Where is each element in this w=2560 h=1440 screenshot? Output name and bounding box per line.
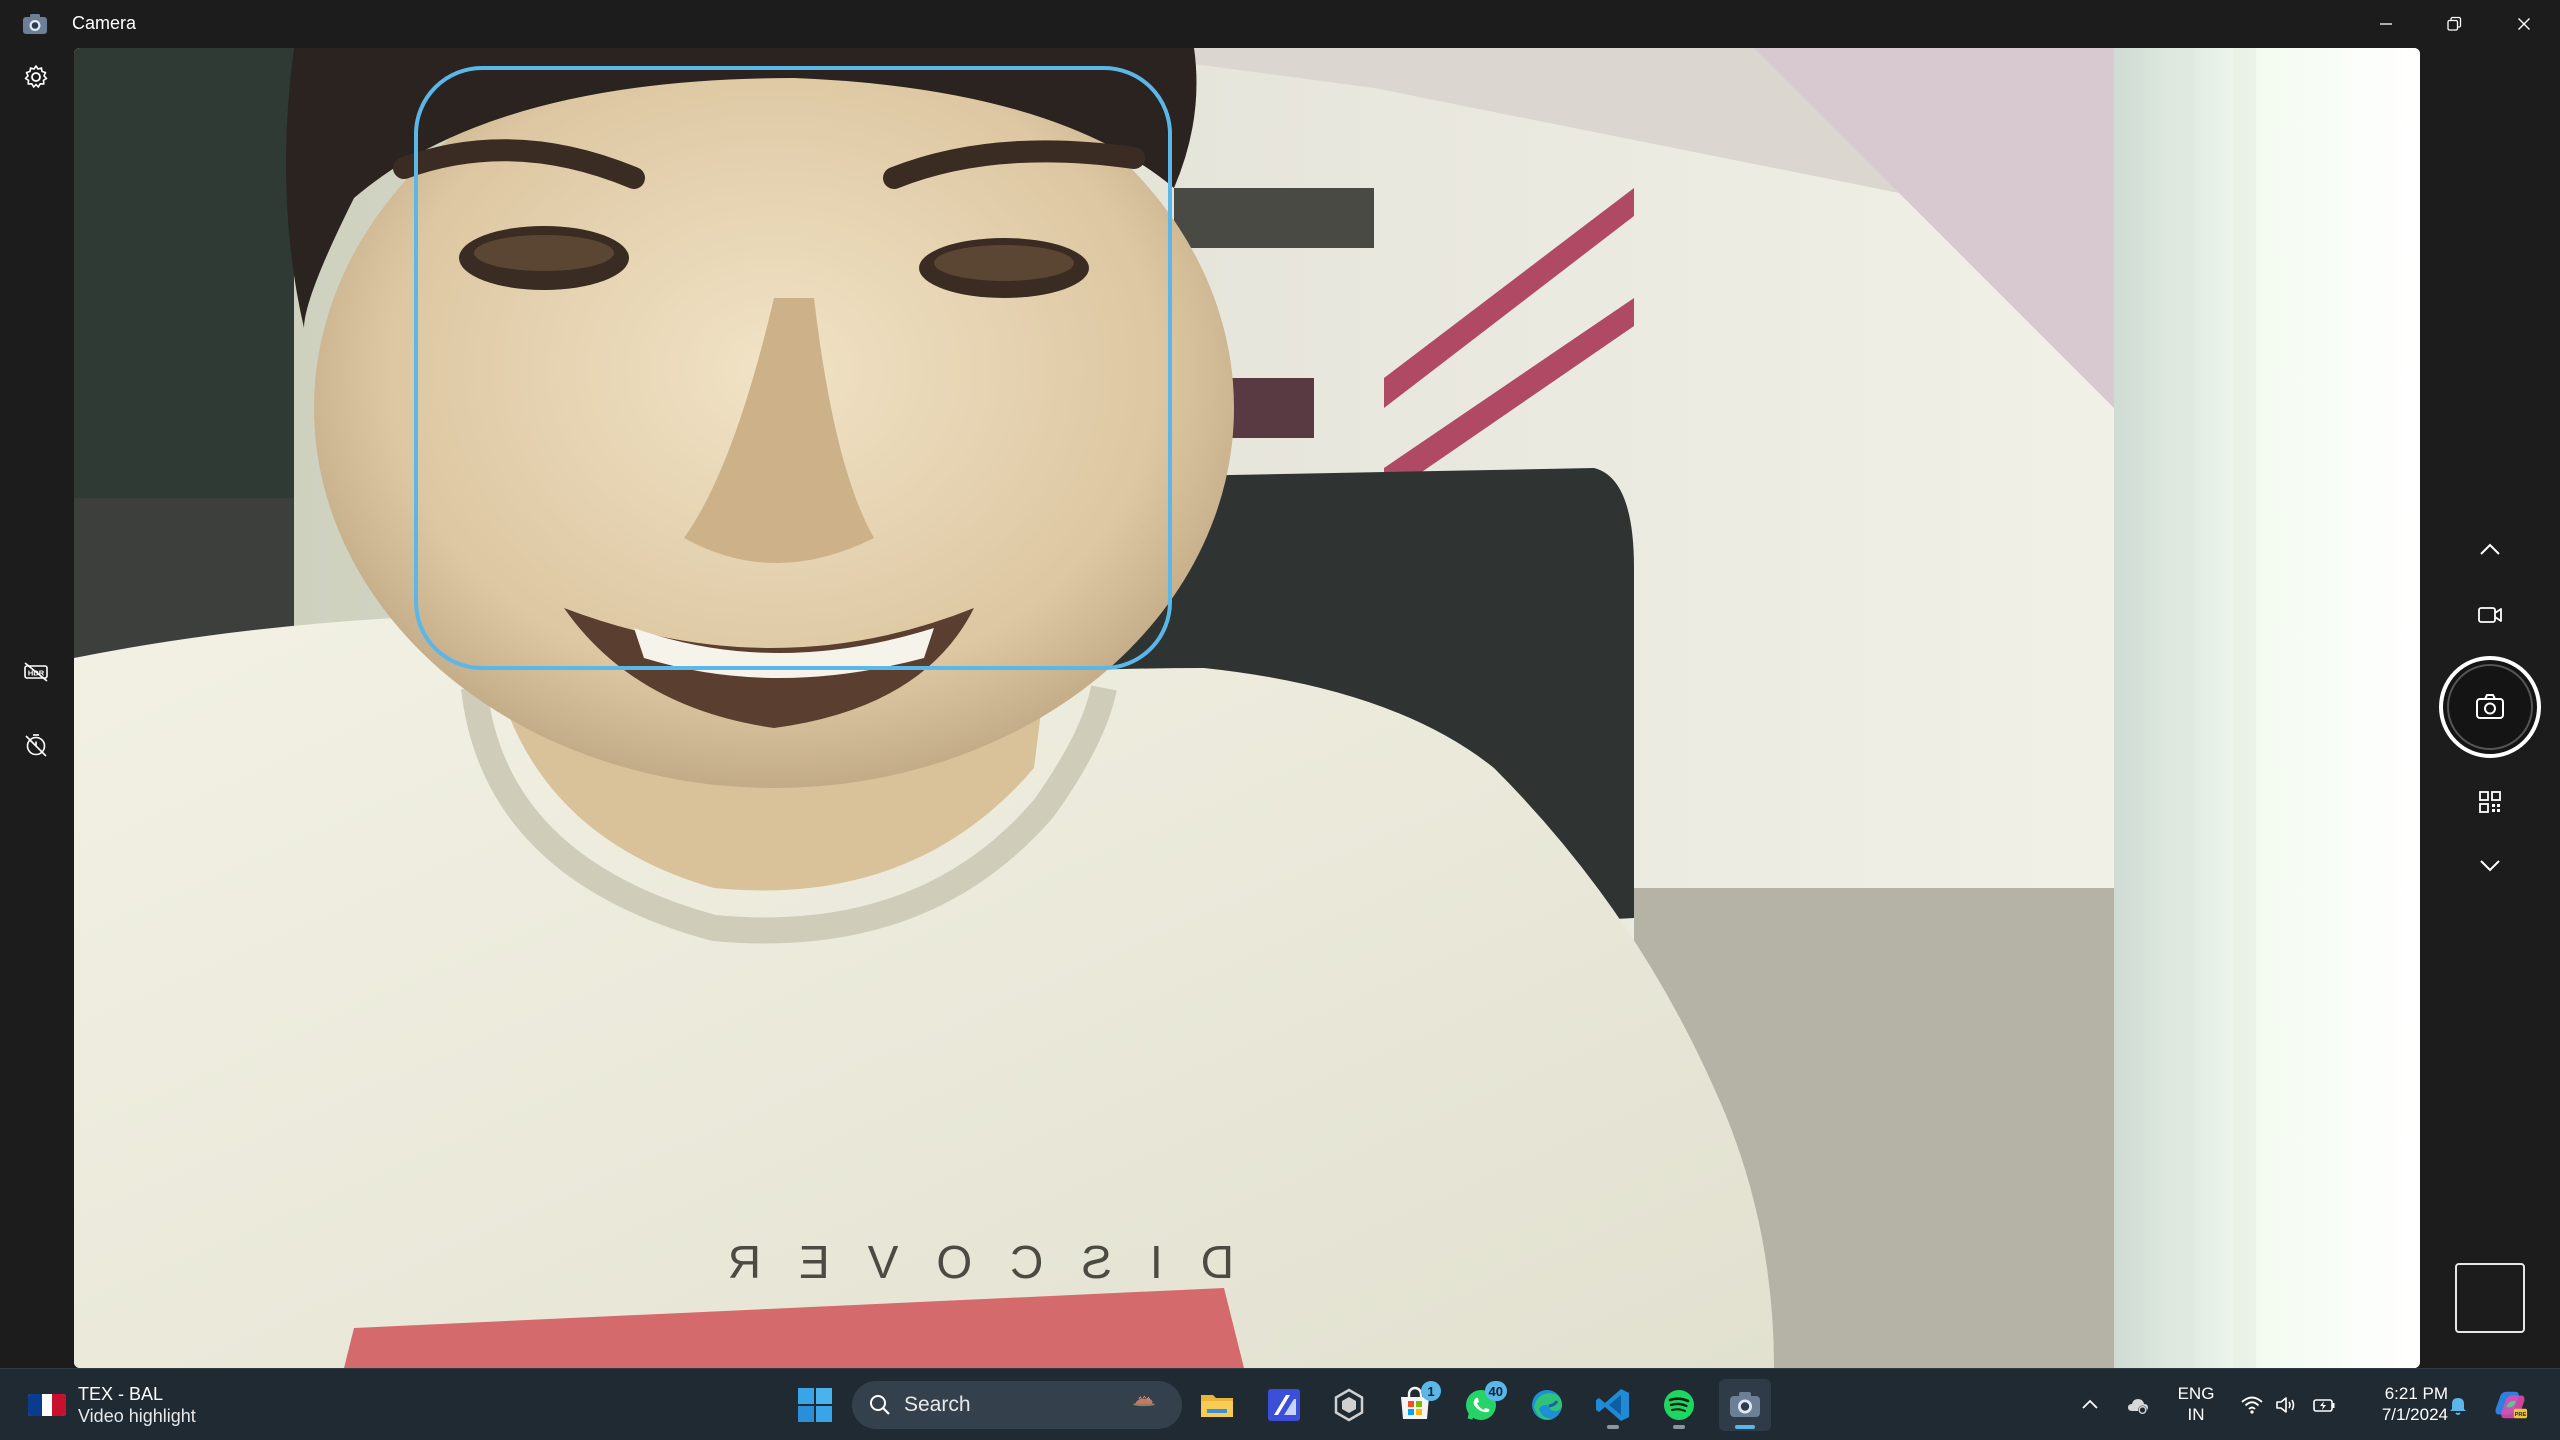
widget-subtitle: Video highlight <box>78 1406 196 1426</box>
camera-viewfinder[interactable]: DISCOVER <box>74 48 2420 1368</box>
qr-code-icon <box>2479 791 2501 813</box>
taskbar-app-blue[interactable] <box>1258 1379 1310 1431</box>
taskbar-file-explorer[interactable] <box>1191 1379 1243 1431</box>
taskbar-vscode[interactable] <box>1587 1379 1639 1431</box>
svg-text:PRE: PRE <box>2515 1412 2527 1418</box>
mlb-logo-icon <box>28 1394 66 1416</box>
svg-text:DISCOVER: DISCOVER <box>690 1236 1234 1288</box>
start-button[interactable] <box>789 1379 841 1431</box>
restore-icon <box>2447 16 2462 31</box>
unity-icon <box>1334 1388 1364 1422</box>
battery-tray-button[interactable] <box>2310 1391 2338 1419</box>
gear-icon <box>24 65 48 88</box>
store-notification-badge: 1 <box>1421 1381 1441 1401</box>
search-icon <box>870 1395 890 1415</box>
show-hidden-icons-button[interactable] <box>2076 1391 2104 1419</box>
settings-button[interactable] <box>18 59 54 95</box>
clock-date: 7/1/2024 <box>2381 1405 2448 1424</box>
title-bar: Camera <box>0 0 2560 48</box>
minimize-button[interactable] <box>2352 0 2420 48</box>
clock-time: 6:21 PM <box>2384 1384 2448 1403</box>
search-highlight-art <box>1133 1395 1155 1407</box>
language-code: ENG <box>2177 1384 2215 1403</box>
edge-icon <box>1532 1390 1562 1420</box>
taskbar: TEX - BAL Video highlight Search 1 40 EN… <box>0 1368 2560 1440</box>
timer-toggle-button[interactable] <box>18 727 54 763</box>
language-region: IN <box>2187 1405 2205 1424</box>
chevron-down-icon <box>2480 860 2500 872</box>
battery-charging-icon <box>2313 1399 2335 1412</box>
taskbar-whatsapp[interactable]: 40 <box>1455 1379 1507 1431</box>
taskbar-unity[interactable] <box>1323 1379 1375 1431</box>
speaker-icon <box>2276 1397 2295 1413</box>
minimize-icon <box>2380 23 2392 25</box>
folder-icon <box>1201 1395 1233 1417</box>
qr-scan-button[interactable] <box>2466 778 2514 826</box>
shutter-button[interactable] <box>2439 656 2541 758</box>
whatsapp-notification-badge: 40 <box>1484 1381 1507 1401</box>
close-icon <box>2518 18 2530 30</box>
bell-icon <box>2450 1398 2466 1415</box>
cloud-sync-icon <box>2128 1399 2148 1415</box>
chevron-up-icon <box>2480 543 2500 555</box>
timer-off-icon <box>25 734 47 757</box>
clock[interactable]: 6:21 PM 7/1/2024 <box>2352 1383 2448 1425</box>
notifications-button[interactable] <box>2444 1391 2472 1419</box>
windows-start-icon <box>798 1388 832 1422</box>
mode-down-button[interactable] <box>2466 841 2514 889</box>
app-icon <box>1268 1389 1300 1421</box>
vscode-running-indicator <box>1607 1425 1619 1429</box>
volume-tray-button[interactable] <box>2272 1391 2300 1419</box>
search-label: Search <box>904 1393 971 1416</box>
taskbar-camera[interactable] <box>1719 1379 1771 1431</box>
camera-app-icon <box>22 13 48 35</box>
camera-shutter-icon <box>2476 694 2504 719</box>
taskbar-spotify[interactable] <box>1653 1379 1705 1431</box>
mode-up-button[interactable] <box>2466 526 2514 574</box>
hdr-off-icon: HDR <box>24 662 48 682</box>
camera-icon <box>1730 1392 1760 1417</box>
copilot-button[interactable]: PRE <box>2490 1385 2530 1425</box>
camera-active-indicator <box>1735 1425 1755 1429</box>
face-detection-box <box>414 66 1172 670</box>
spotify-running-indicator <box>1673 1425 1685 1429</box>
widget-score: TEX - BAL <box>78 1384 164 1404</box>
window-title: Camera <box>72 13 137 33</box>
last-capture-thumbnail[interactable] <box>2455 1263 2525 1333</box>
restore-button[interactable] <box>2420 0 2488 48</box>
video-mode-button[interactable] <box>2466 591 2514 639</box>
taskbar-search-box[interactable]: Search <box>852 1381 1182 1429</box>
taskbar-edge[interactable] <box>1521 1379 1573 1431</box>
network-tray-button[interactable] <box>2238 1391 2266 1419</box>
spotify-icon <box>1664 1390 1694 1420</box>
input-language-indicator[interactable]: ENG IN <box>2172 1383 2220 1425</box>
wifi-icon <box>2241 1396 2263 1414</box>
onedrive-tray-button[interactable] <box>2124 1391 2152 1419</box>
close-button[interactable] <box>2490 0 2558 48</box>
left-toolbar: HDR <box>0 48 74 1368</box>
vscode-icon <box>1596 1389 1629 1421</box>
hdr-toggle-button[interactable]: HDR <box>18 654 54 690</box>
chevron-up-icon <box>2082 1399 2098 1409</box>
copilot-icon: PRE <box>2495 1391 2528 1419</box>
taskbar-microsoft-store[interactable]: 1 <box>1389 1379 1441 1431</box>
video-camera-icon <box>2478 607 2502 623</box>
sports-widget[interactable]: TEX - BAL Video highlight <box>28 1383 196 1427</box>
